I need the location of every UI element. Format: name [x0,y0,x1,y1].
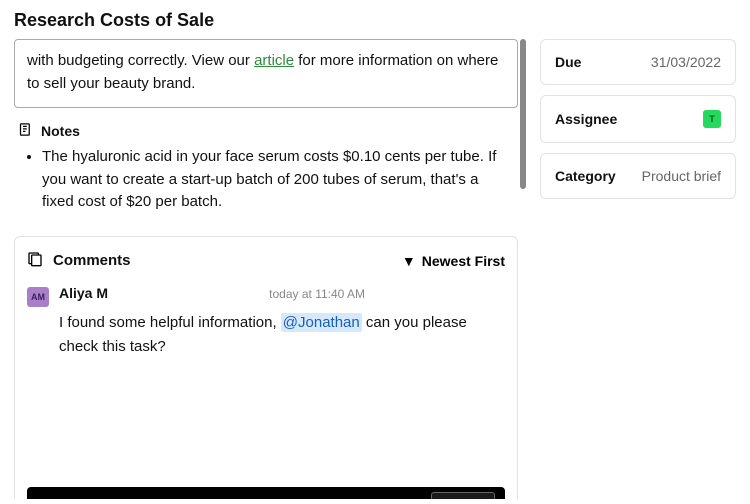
comments-header: Comments [53,252,131,269]
unordered-list-button[interactable] [177,493,201,500]
mention[interactable]: @Jonathan [281,313,362,332]
page-title: Research Costs of Sale [0,0,750,39]
comment-text: I found some helpful information, @Jonat… [59,311,505,359]
send-button[interactable]: Send [431,492,495,499]
main-column: with budgeting correctly. View our artic… [14,39,524,499]
strikethrough-button[interactable] [93,493,117,500]
description-box[interactable]: with budgeting correctly. View our artic… [14,39,518,108]
description-text-before: with budgeting correctly. View our [27,52,254,69]
italic-button[interactable] [65,493,89,500]
editor-toolbar: Send [27,487,505,500]
due-card[interactable]: Due 31/03/2022 [540,39,736,85]
comments-icon [27,251,43,271]
comment-author: Aliya M [59,285,108,301]
sidebar: Due 31/03/2022 Assignee T Category Produ… [540,39,736,499]
assignee-label: Assignee [555,111,617,127]
notes-header: Notes [41,123,80,139]
comment-item: AM Aliya M today at 11:40 AM I found som… [27,285,505,359]
link-button[interactable] [205,493,229,500]
due-label: Due [555,54,581,70]
scrollbar[interactable] [520,39,526,189]
sort-label: Newest First [422,253,505,269]
underline-button[interactable] [121,493,145,500]
due-value: 31/03/2022 [651,54,721,70]
note-item: The hyaluronic acid in your face serum c… [42,146,514,214]
notes-section: Notes The hyaluronic acid in your face s… [14,122,518,214]
avatar: AM [27,287,49,307]
article-link[interactable]: article [254,52,294,69]
category-value: Product brief [642,168,721,184]
assignee-card[interactable]: Assignee T [540,95,736,143]
comment-time: today at 11:40 AM [269,287,505,301]
comments-section: Comments ▼ Newest First AM Aliya M today… [14,236,518,500]
bold-button[interactable] [37,493,61,500]
category-card[interactable]: Category Product brief [540,153,736,199]
notes-icon [18,122,33,140]
category-label: Category [555,168,616,184]
caret-down-icon: ▼ [402,253,416,269]
ordered-list-button[interactable] [149,493,173,500]
sort-button[interactable]: ▼ Newest First [402,253,505,269]
comment-editor[interactable] [27,359,505,479]
assignee-avatar: T [703,110,721,128]
